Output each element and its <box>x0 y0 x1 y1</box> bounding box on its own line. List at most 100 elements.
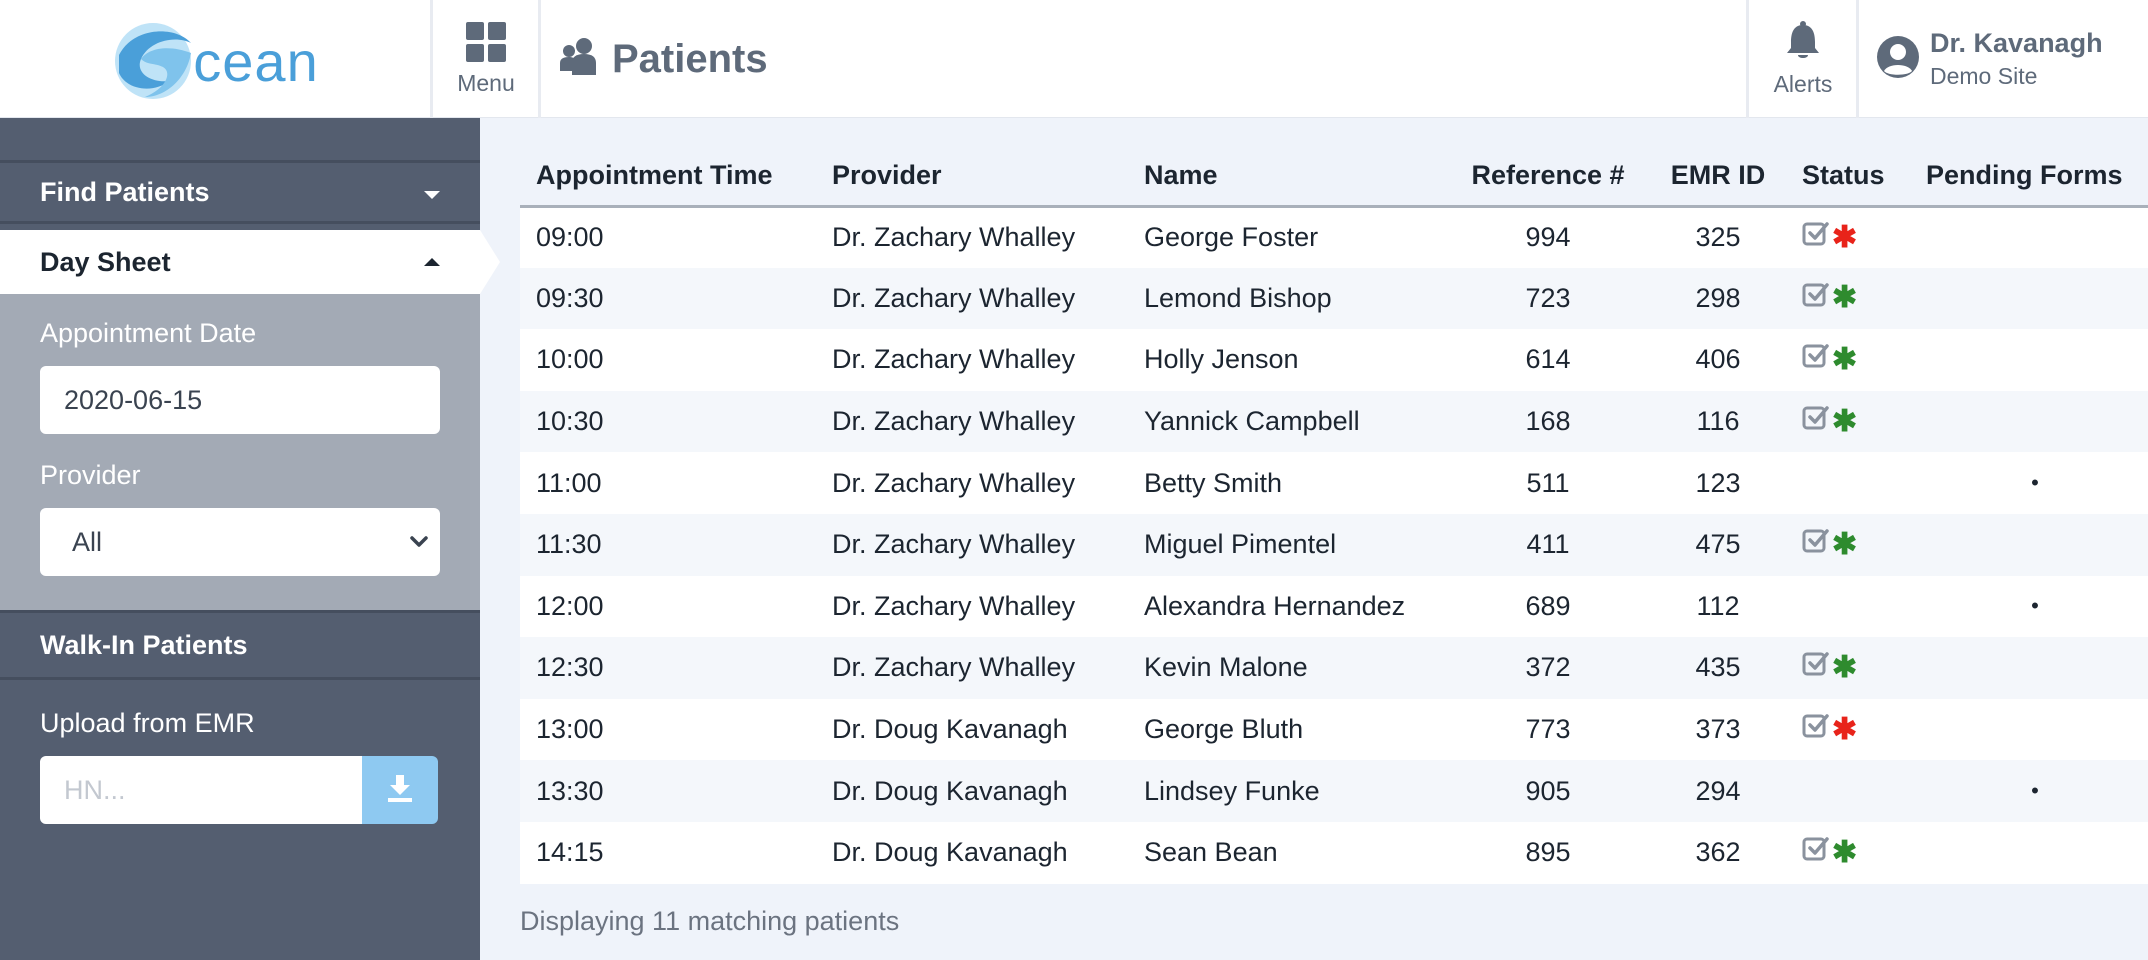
reference-cell: 372 <box>1446 637 1650 699</box>
patient-name-cell: Alexandra Hernandez <box>1128 575 1446 638</box>
caret-up-icon <box>424 258 440 266</box>
status-cell: ✱ <box>1786 329 1910 391</box>
patient-name-cell: George Bluth <box>1128 698 1446 761</box>
asterisk-icon: ✱ <box>1832 650 1858 684</box>
logo[interactable]: cean <box>0 0 430 118</box>
alerts-button[interactable]: Alerts <box>1750 0 1856 118</box>
status-indicator[interactable]: ✱ <box>1802 404 1910 439</box>
reference-cell: 994 <box>1446 206 1650 268</box>
table-row[interactable]: 09:00 Dr. Zachary Whalley George Foster 994… <box>520 206 2148 268</box>
provider-cell: Dr. Zachary Whalley <box>816 452 1128 514</box>
provider-cell: Dr. Doug Kavanagh <box>816 760 1128 822</box>
emr-id-cell: 325 <box>1650 206 1786 268</box>
status-cell <box>1786 760 1910 822</box>
results-count: Displaying 11 matching patients <box>520 906 900 936</box>
reference-cell: 895 <box>1446 821 1650 884</box>
day-sheet-label: Day Sheet <box>40 246 171 277</box>
provider-select-value: All <box>72 526 103 557</box>
user-name: Dr. Kavanagh <box>1930 28 2103 58</box>
provider-select[interactable]: All <box>40 508 440 576</box>
status-cell: ✱ <box>1786 206 1910 268</box>
appointment-date-input[interactable] <box>40 366 440 434</box>
column-header[interactable]: Reference # <box>1446 150 1650 208</box>
table-row[interactable]: 12:30 Dr. Zachary Whalley Kevin Malone 372 4… <box>520 637 2148 699</box>
sidebar-item-walk-in[interactable]: Walk-In Patients <box>0 610 480 680</box>
sidebar-item-find-patients[interactable]: Find Patients <box>0 160 480 224</box>
appointment-time-cell: 10:00 <box>520 329 816 391</box>
table-row[interactable]: 12:00 Dr. Zachary Whalley Alexandra Hernan… <box>520 575 2148 638</box>
table-row[interactable]: 11:30 Dr. Zachary Whalley Miguel Pimentel 4… <box>520 513 2148 576</box>
column-header[interactable]: Appointment Time <box>520 150 816 208</box>
hn-input[interactable] <box>40 756 362 824</box>
header-divider <box>1856 0 1859 118</box>
table-row[interactable]: 10:00 Dr. Zachary Whalley Holly Jenson 614 4… <box>520 329 2148 391</box>
status-indicator[interactable]: ✱ <box>1802 281 1910 316</box>
appointment-time-cell: 13:30 <box>520 760 816 822</box>
emr-id-cell: 406 <box>1650 329 1786 391</box>
provider-cell: Dr. Zachary Whalley <box>816 637 1128 699</box>
user-menu[interactable]: Dr. Kavanagh Demo Site <box>1876 0 2148 118</box>
reference-cell: 614 <box>1446 329 1650 391</box>
download-button[interactable] <box>362 756 438 824</box>
page-title-area: Patients <box>560 0 768 118</box>
emr-id-cell: 294 <box>1650 760 1786 822</box>
status-indicator[interactable]: ✱ <box>1802 712 1910 747</box>
pending-forms-cell <box>1910 821 2148 884</box>
column-header[interactable]: Pending Forms <box>1910 150 2148 208</box>
patients-table: Appointment Time Provider Name Reference… <box>520 150 2148 884</box>
pending-forms-cell: • <box>1910 452 2148 514</box>
table-row[interactable]: 14:15 Dr. Doug Kavanagh Sean Bean 895 362 ✱ <box>520 821 2148 884</box>
column-header[interactable]: Provider <box>816 150 1128 208</box>
menu-button[interactable]: Menu <box>434 0 538 118</box>
header-divider <box>430 0 433 118</box>
column-header[interactable]: EMR ID <box>1650 150 1786 208</box>
table-row[interactable]: 10:30 Dr. Zachary Whalley Yannick Campbell… <box>520 390 2148 453</box>
caret-down-icon <box>424 191 440 199</box>
status-indicator[interactable]: ✱ <box>1802 650 1910 685</box>
menu-label: Menu <box>457 69 515 96</box>
check-square-icon <box>1802 650 1830 685</box>
upload-from-emr-label: Upload from EMR <box>40 708 255 738</box>
table-row[interactable]: 09:30 Dr. Zachary Whalley Lemond Bishop 723… <box>520 267 2148 330</box>
status-indicator[interactable]: ✱ <box>1802 835 1910 870</box>
appointment-date-label: Appointment Date <box>40 318 257 348</box>
emr-id-cell: 362 <box>1650 821 1786 884</box>
status-indicator[interactable]: ✱ <box>1802 527 1910 562</box>
check-square-icon <box>1802 712 1830 747</box>
download-icon <box>386 773 414 808</box>
table-header-row: Appointment Time Provider Name Reference… <box>520 150 2148 208</box>
table-row[interactable]: 13:30 Dr. Doug Kavanagh Lindsey Funke 905 29… <box>520 760 2148 822</box>
provider-cell: Dr. Zachary Whalley <box>816 390 1128 453</box>
table-row[interactable]: 13:00 Dr. Doug Kavanagh George Bluth 773 373… <box>520 698 2148 761</box>
table-row[interactable]: 11:00 Dr. Zachary Whalley Betty Smith 511 12… <box>520 452 2148 514</box>
alerts-label: Alerts <box>1773 71 1833 97</box>
sidebar: Find Patients Day Sheet Appointment Date… <box>0 118 500 960</box>
pending-forms-cell <box>1910 698 2148 761</box>
provider-label: Provider <box>40 460 141 490</box>
chevron-down-icon <box>408 528 430 561</box>
patient-name-cell: Yannick Campbell <box>1128 390 1446 453</box>
patient-name-cell: George Foster <box>1128 206 1446 268</box>
asterisk-icon: ✱ <box>1832 835 1858 869</box>
patients-icon <box>560 37 598 82</box>
reference-cell: 511 <box>1446 452 1650 514</box>
pending-forms-cell <box>1910 267 2148 330</box>
status-indicator[interactable]: ✱ <box>1802 220 1910 255</box>
check-square-icon <box>1802 342 1830 377</box>
sidebar-item-day-sheet[interactable]: Day Sheet <box>0 230 500 294</box>
status-indicator[interactable]: ✱ <box>1802 342 1910 377</box>
emr-id-cell: 116 <box>1650 390 1786 453</box>
column-header[interactable]: Name <box>1128 150 1446 208</box>
pending-forms-cell: • <box>1910 575 2148 638</box>
pending-forms-cell <box>1910 390 2148 453</box>
reference-cell: 723 <box>1446 267 1650 330</box>
patient-name-cell: Sean Bean <box>1128 821 1446 884</box>
provider-cell: Dr. Zachary Whalley <box>816 513 1128 576</box>
pending-forms-cell <box>1910 637 2148 699</box>
column-header[interactable]: Status <box>1786 150 1910 208</box>
emr-id-cell: 123 <box>1650 452 1786 514</box>
provider-cell: Dr. Doug Kavanagh <box>816 821 1128 884</box>
status-cell: ✱ <box>1786 513 1910 576</box>
appointment-time-cell: 11:30 <box>520 513 816 576</box>
user-avatar-icon <box>1876 35 1920 84</box>
